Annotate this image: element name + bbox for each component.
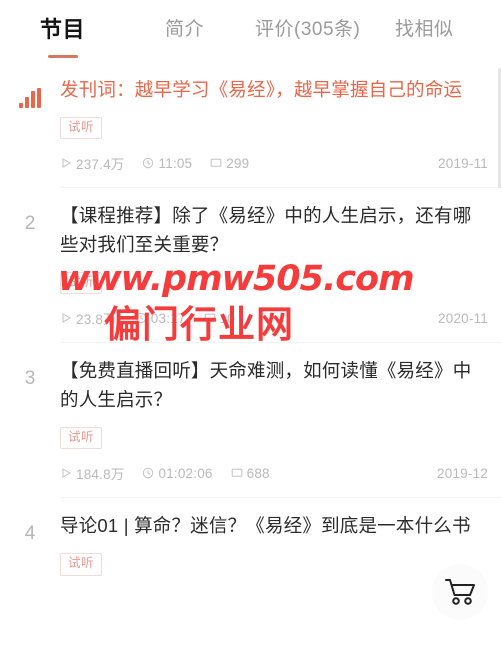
play-icon — [62, 158, 72, 169]
episode-number: 4 — [24, 523, 36, 545]
episode-body: 【免费直播回听】天命难测，如何读懂《易经》中的人生启示？ 试听 184.8万 0… — [60, 343, 502, 499]
episode-title[interactable]: 【课程推荐】除了《易经》中的人生启示，还有哪些对我们至关重要？ — [60, 202, 488, 259]
play-count: 237.4万 — [60, 153, 124, 173]
list-item[interactable]: 4 导论01 | 算命？迷信？《易经》到底是一本什么书 试听 — [0, 498, 502, 589]
scrollbar-thumb[interactable] — [498, 68, 501, 188]
episode-title[interactable]: 发刊词：越早学习《易经》，越早掌握自己的命运 — [60, 76, 488, 105]
clock-icon — [135, 313, 146, 324]
play-icon — [62, 313, 72, 324]
duration: 11:05 — [142, 156, 192, 171]
clock-icon — [143, 158, 154, 169]
scrollbar-track[interactable] — [498, 62, 501, 645]
tab-find-similar[interactable]: 找相似 — [395, 14, 454, 41]
comment-count: 688 — [231, 466, 270, 481]
tab-reviews[interactable]: 评价(305条) — [255, 14, 360, 41]
tab-intro[interactable]: 简介 — [165, 14, 204, 41]
comment-icon — [210, 158, 222, 167]
episode-list: 发刊词：越早学习《易经》，越早掌握自己的命运 试听 237.4万 11:05 2… — [0, 62, 502, 590]
episode-date: 2020-11 — [438, 310, 488, 326]
tab-reviews-label: 评价(305条) — [255, 19, 361, 40]
tab-find-similar-label: 找相似 — [395, 19, 454, 40]
tab-bar: 节目 简介 评价(305条) 找相似 — [0, 0, 502, 62]
clock-icon — [143, 468, 154, 479]
trial-badge: 试听 — [60, 271, 103, 295]
episode-body: 发刊词：越早学习《易经》，越早掌握自己的命运 试听 237.4万 11:05 2… — [60, 62, 502, 189]
episode-index-cell: 3 — [0, 343, 60, 498]
episode-index-cell: 4 — [0, 498, 60, 589]
comment-icon — [231, 468, 242, 477]
episode-body: 【课程推荐】除了《易经》中的人生启示，还有哪些对我们至关重要？ 试听 23.8万… — [60, 188, 502, 344]
trial-badge: 试听 — [60, 426, 103, 450]
episode-meta: 184.8万 01:02:06 688 2019-12 — [60, 463, 488, 483]
trial-badge: 试听 — [60, 552, 103, 576]
comment-count-value: 688 — [246, 465, 270, 481]
cart-button[interactable] — [432, 564, 488, 620]
play-count: 23.8万 — [60, 308, 117, 328]
active-tab-underline — [47, 55, 78, 58]
trial-badge: 试听 — [60, 116, 103, 140]
list-item[interactable]: 2 【课程推荐】除了《易经》中的人生启示，还有哪些对我们至关重要？ 试听 23.… — [0, 188, 502, 344]
list-item[interactable]: 发刊词：越早学习《易经》，越早掌握自己的命运 试听 237.4万 11:05 2… — [0, 62, 502, 189]
tab-programs-label: 节目 — [40, 17, 86, 42]
duration-value: 11:05 — [158, 155, 193, 171]
episode-date: 2019-12 — [437, 465, 488, 481]
list-item[interactable]: 3 【免费直播回听】天命难测，如何读懂《易经》中的人生启示？ 试听 184.8万 — [0, 343, 502, 499]
play-count: 184.8万 — [60, 463, 124, 483]
episode-number: 2 — [24, 213, 36, 235]
now-playing-equalizer-icon — [19, 88, 41, 108]
episode-date: 2019-11 — [438, 155, 488, 171]
play-count-value: 23.8万 — [76, 312, 117, 328]
episode-index-cell — [0, 62, 60, 188]
episode-title[interactable]: 导论01 | 算命？迷信？《易经》到底是一本什么书 — [60, 512, 488, 541]
play-count-value: 184.8万 — [76, 467, 125, 483]
play-icon — [62, 468, 72, 479]
duration-value: 01:02:06 — [158, 465, 213, 481]
duration: 03:17 — [135, 311, 186, 326]
comment-count: 299 — [210, 156, 249, 171]
episode-index-cell: 2 — [0, 188, 60, 343]
episode-title[interactable]: 【免费直播回听】天命难测，如何读懂《易经》中的人生启示？ — [60, 357, 488, 414]
episode-meta: 23.8万 03:17 10 2020-11 — [60, 308, 488, 328]
episode-number: 3 — [24, 368, 36, 390]
episode-meta: 237.4万 11:05 299 2019-11 — [60, 153, 488, 173]
tab-programs[interactable]: 节目 — [40, 12, 86, 58]
duration-value: 03:17 — [150, 310, 186, 326]
comment-count-value: 10 — [219, 310, 235, 326]
tab-intro-label: 简介 — [165, 19, 205, 40]
comment-icon — [204, 313, 215, 322]
shopping-cart-icon — [445, 579, 475, 605]
comment-count-value: 299 — [226, 155, 250, 171]
comment-count: 10 — [204, 311, 235, 326]
play-count-value: 237.4万 — [76, 157, 125, 173]
duration: 01:02:06 — [142, 466, 212, 481]
